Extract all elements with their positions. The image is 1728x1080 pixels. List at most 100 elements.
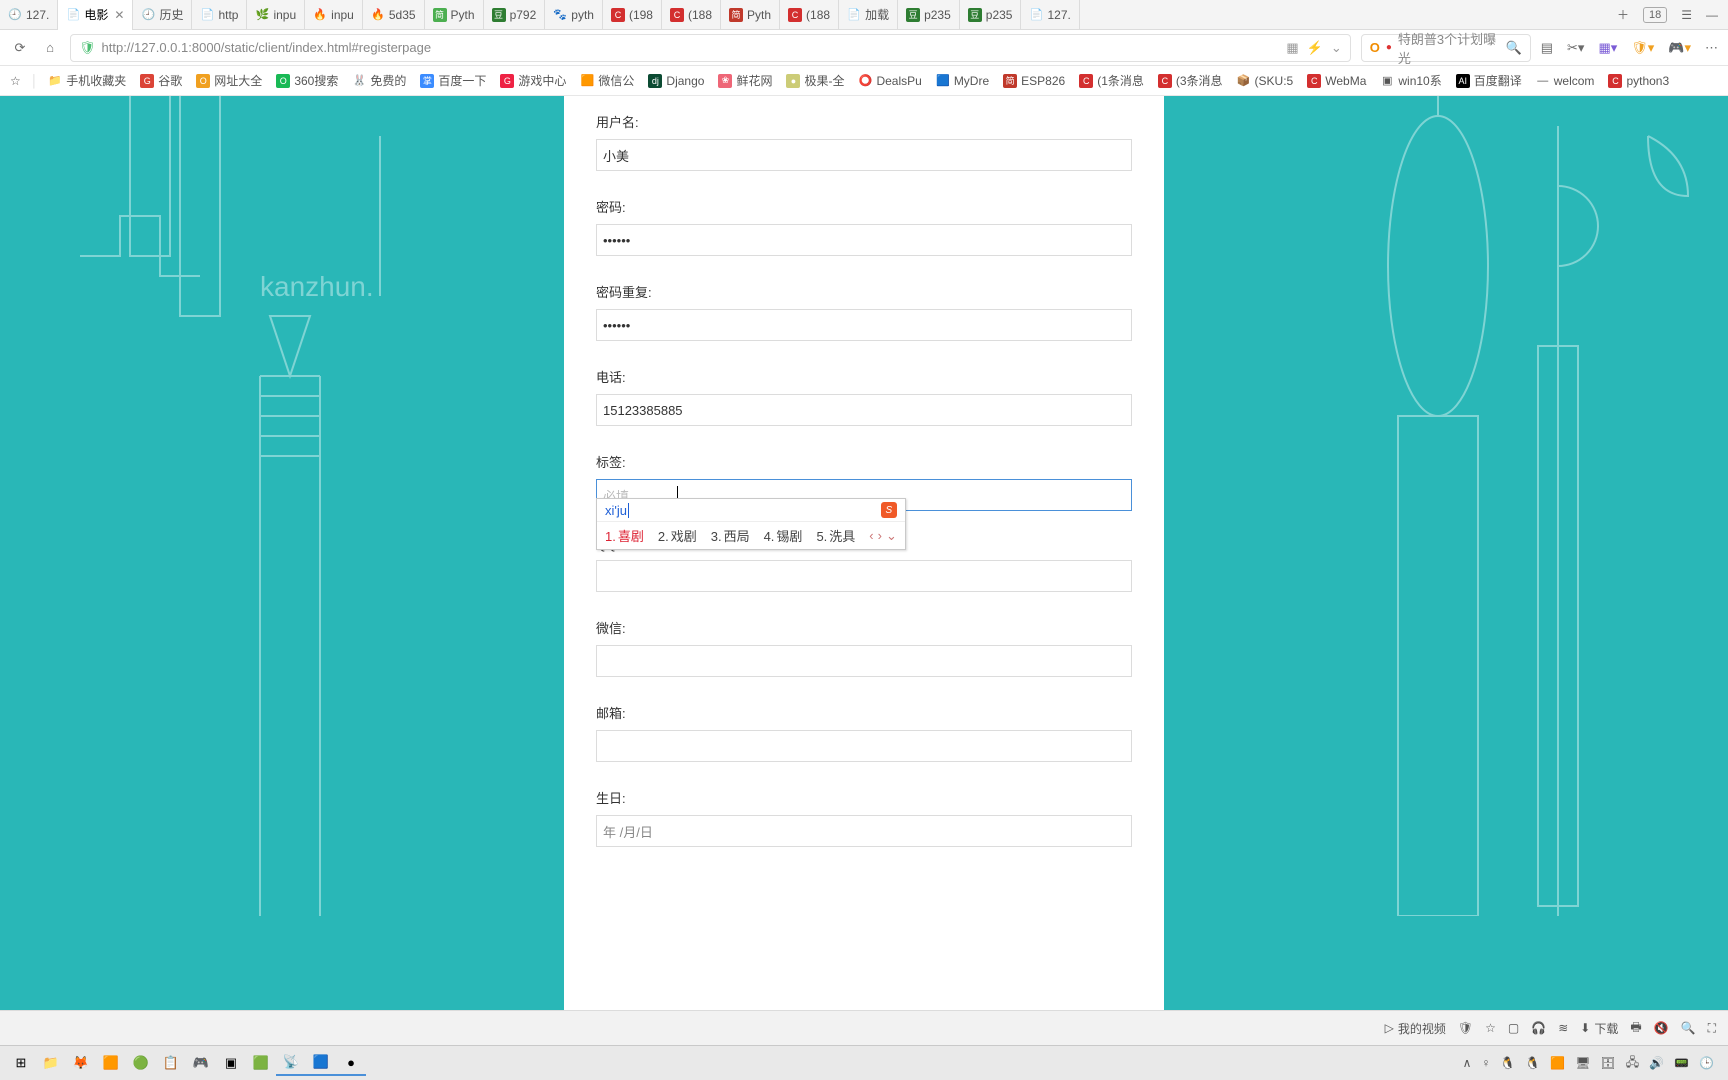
browser-tab[interactable]: C(188 [662,0,721,30]
status-star-icon[interactable]: ☆ [1485,1021,1496,1035]
tray-icon[interactable]: 🖥 [1575,1056,1590,1070]
browser-tab[interactable]: 🔥inpu [305,0,363,30]
browser-tab[interactable]: 📄http [192,0,247,30]
bookmark-star-icon[interactable]: ☆ [6,72,25,90]
browser-tab[interactable]: 🔥5d35 [363,0,425,30]
bookmark-item[interactable]: G谷歌 [136,70,186,91]
bookmark-item[interactable]: djDjango [644,72,708,90]
browser-tab[interactable]: 简Pyth [425,0,484,30]
ime-nav[interactable]: ‹ › ⌄ [869,528,897,544]
taskbar-app[interactable]: ▣ [216,1050,246,1076]
more-icon[interactable]: ⋯ [1705,40,1718,56]
bookmark-item[interactable]: ●极果-全 [782,70,848,91]
taskbar-app[interactable]: 🟩 [246,1050,276,1076]
ime-more-icon[interactable]: ⌄ [886,528,897,544]
ime-candidate[interactable]: 5.洗具 [816,526,855,545]
bookmark-item[interactable]: AI百度翻译 [1452,70,1526,91]
translate-icon[interactable]: ▤ [1541,40,1553,56]
bookmark-item[interactable]: 📁手机收藏夹 [44,70,130,91]
ime-candidate[interactable]: 2.戏剧 [658,526,697,545]
chevron-down-icon[interactable]: ⌄ [1331,40,1342,56]
input-email[interactable] [596,730,1132,762]
bookmark-item[interactable]: 📦(SKU:5 [1233,72,1298,90]
bookmark-item[interactable]: O360搜索 [272,70,342,91]
taskbar-app[interactable]: 🎮 [186,1050,216,1076]
bookmark-item[interactable]: C(3条消息 [1154,70,1227,91]
ime-candidate[interactable]: 1.喜剧 [605,526,644,545]
browser-tab[interactable]: C(188 [780,0,839,30]
search-icon[interactable]: 🔍 [1506,40,1522,56]
taskbar-app[interactable]: ⊞ [6,1050,36,1076]
bookmark-item[interactable]: ▣win10系 [1376,70,1445,91]
menu-icon[interactable]: ☰ [1681,8,1692,22]
input-password[interactable]: •••••• [596,224,1132,256]
home-icon[interactable]: ⌂ [40,38,60,58]
bookmark-item[interactable]: Cpython3 [1604,72,1673,90]
input-phone[interactable]: 15123385885 [596,394,1132,426]
browser-tab[interactable]: 豆p235 [898,0,960,30]
input-username[interactable]: 小美 [596,139,1132,171]
status-download[interactable]: ⬇ 下载 [1580,1020,1618,1037]
search-field[interactable]: O ● 特朗普3个计划曝光 🔍 [1361,34,1531,62]
tray-icon[interactable]: ∧ [1463,1056,1472,1070]
taskbar-app[interactable]: ● [336,1050,366,1076]
bookmark-item[interactable]: ⭕DealsPu [854,72,925,90]
flash-icon[interactable]: ⚡ [1307,40,1323,56]
tray-icon[interactable]: 🐧 [1525,1056,1540,1070]
status-shield-icon[interactable]: 🛡 [1458,1021,1473,1035]
browser-tab[interactable]: C(198 [603,0,662,30]
bookmark-item[interactable]: CWebMa [1303,72,1370,90]
reload-icon[interactable]: ⟳ [10,38,30,58]
ime-next-icon[interactable]: › [878,528,882,544]
input-qq[interactable] [596,560,1132,592]
bookmark-item[interactable]: 掌百度一下 [416,70,490,91]
browser-tab[interactable]: 简Pyth [721,0,780,30]
bookmark-item[interactable]: 🟦MyDre [932,72,993,90]
tray-icon[interactable]: 🕒 [1699,1056,1714,1070]
game-icon[interactable]: 🎮▾ [1668,40,1691,56]
taskbar-app[interactable]: 📋 [156,1050,186,1076]
tray-icon[interactable]: 🟧 [1550,1056,1565,1070]
browser-tab[interactable]: 🐾pyth [545,0,603,30]
bookmark-item[interactable]: 🐰免费的 [348,70,410,91]
bookmark-item[interactable]: 简ESP826 [999,72,1069,90]
browser-tab[interactable]: 豆p792 [484,0,546,30]
grid-icon[interactable]: ▦▾ [1598,40,1617,56]
browser-tab[interactable]: 📄加载 [839,0,898,30]
status-mute-icon[interactable]: 🔇 [1654,1021,1669,1035]
input-password2[interactable]: •••••• [596,309,1132,341]
taskbar-app[interactable]: 🟢 [126,1050,156,1076]
tray-icon[interactable]: ♀ [1481,1056,1490,1070]
status-rocket-icon[interactable]: ≋ [1558,1021,1568,1035]
status-fullscreen-icon[interactable]: ⛶ [1708,1021,1716,1036]
input-wechat[interactable] [596,645,1132,677]
url-field[interactable]: 🛡 http://127.0.0.1:8000/static/client/in… [70,34,1351,62]
taskbar-app[interactable]: 🦊 [66,1050,96,1076]
tray-icon[interactable]: 🐧 [1500,1056,1515,1070]
qr-icon[interactable]: ▦ [1286,40,1298,56]
bookmark-item[interactable]: —welcom [1532,72,1599,90]
browser-tab[interactable]: 📄127. [1021,0,1079,30]
status-video-icon[interactable]: ▢ [1508,1021,1519,1035]
tray-icon[interactable]: 📟 [1674,1056,1689,1070]
scissors-icon[interactable]: ✂▾ [1567,40,1584,56]
browser-tab[interactable]: 🕘127. [0,0,58,30]
browser-tab[interactable]: 🕘历史 [133,0,192,30]
bookmark-item[interactable]: ❀鲜花网 [714,70,776,91]
tray-icon[interactable]: 🔊 [1649,1056,1664,1070]
status-zoom-icon[interactable]: 🔍 [1681,1021,1696,1035]
taskbar-app[interactable]: 📡 [276,1050,306,1076]
tray-icon[interactable]: 🖧 [1626,1053,1639,1074]
new-tab-button[interactable]: ＋ [1617,6,1629,23]
minimize-icon[interactable]: — [1706,8,1718,22]
taskbar-app[interactable]: 📁 [36,1050,66,1076]
taskbar-app[interactable]: 🟦 [306,1050,336,1076]
browser-tab[interactable]: 🌿inpu [247,0,305,30]
bookmark-item[interactable]: G游戏中心 [496,70,570,91]
browser-tab[interactable]: 豆p235 [960,0,1022,30]
tray-icon[interactable]: 🗄 [1601,1056,1616,1070]
ime-candidate[interactable]: 3.西局 [711,526,750,545]
tab-close-icon[interactable]: ✕ [114,8,124,22]
status-video[interactable]: ▷ 我的视频 [1385,1020,1446,1037]
security-icon[interactable]: 🛡▾ [1631,40,1654,56]
